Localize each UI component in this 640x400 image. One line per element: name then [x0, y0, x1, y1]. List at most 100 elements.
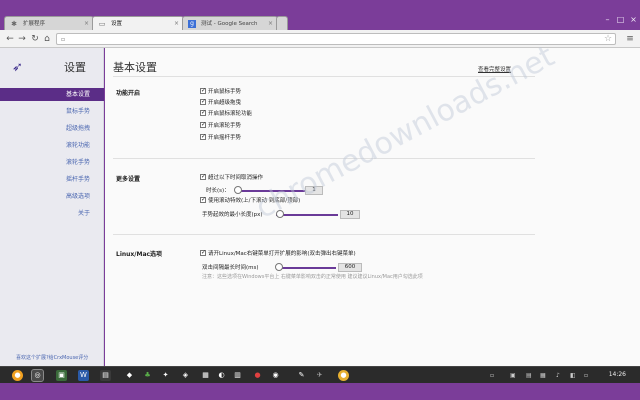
- sidebar-item-basic[interactable]: 基本设置: [0, 88, 104, 101]
- double-click-slider-thumb[interactable]: [275, 263, 283, 271]
- section-label-linux: Linux/Mac选项: [116, 251, 163, 258]
- checkbox[interactable]: ✓: [200, 109, 206, 116]
- folder-icon[interactable]: ▤: [100, 370, 111, 381]
- checkbox[interactable]: ✓: [200, 121, 206, 128]
- maximize-icon[interactable]: □: [614, 14, 627, 26]
- back-icon[interactable]: ←: [4, 32, 16, 46]
- taskbar-clock[interactable]: 14:26: [609, 371, 626, 378]
- app-icon[interactable]: ✈: [314, 370, 325, 381]
- tab-label: 扩展程序: [23, 21, 46, 27]
- checkbox-label: 开启鼠标滚轮功能: [208, 111, 253, 117]
- address-bar[interactable]: ▫: [56, 33, 616, 45]
- tab-label: 测试 - Google Search: [201, 21, 258, 27]
- forward-icon[interactable]: →: [16, 32, 28, 46]
- checkbox-wheel-function[interactable]: ✓ 开启鼠标滚轮功能: [200, 109, 253, 119]
- tab-strip: ✱ 扩展程序 × ▭ 设置 × g 测试 - Google Search × –…: [0, 14, 640, 30]
- double-click-value[interactable]: 600: [338, 263, 362, 272]
- close-icon[interactable]: ×: [84, 17, 89, 30]
- taskbar: ● ◎ ▣ W ▤ ◆ ♣ ✦ ◈ ▦ ◐ ▥ ● ◉ ✎ ✈ ● ▫ ▣ ▤ …: [0, 366, 640, 383]
- checkbox-label: 开启鼠标手势: [208, 89, 242, 95]
- timeout-slider-thumb[interactable]: [234, 186, 242, 194]
- tray-icon[interactable]: ▦: [540, 372, 546, 379]
- sidebar-item-rocker-gestures[interactable]: 摇杆手势: [0, 173, 104, 186]
- checkbox[interactable]: ✓: [200, 133, 206, 140]
- close-window-icon[interactable]: ×: [627, 14, 640, 26]
- checkbox-rocker-gestures[interactable]: ✓ 开启摇杆手势: [200, 133, 242, 143]
- checkbox-label: 开启摇杆手势: [208, 135, 242, 141]
- section-label-features: 功能开启: [116, 90, 141, 97]
- tab-settings[interactable]: ▭ 设置 ×: [92, 16, 184, 30]
- tab-label: 设置: [111, 21, 123, 27]
- word-icon[interactable]: W: [78, 370, 89, 381]
- tab-extensions[interactable]: ✱ 扩展程序 ×: [4, 16, 94, 30]
- min-length-value[interactable]: 10: [340, 210, 360, 219]
- sidebar-item-wheel-gestures[interactable]: 滚轮手势: [0, 156, 104, 169]
- home-icon[interactable]: ⌂: [41, 32, 53, 46]
- chrome-icon[interactable]: ◎: [31, 369, 44, 382]
- terminal-icon[interactable]: ▣: [56, 370, 67, 381]
- checkbox-label: 开启超级拖曳: [208, 100, 242, 106]
- network-icon[interactable]: ◧: [570, 372, 576, 379]
- checkbox[interactable]: ✓: [200, 98, 206, 105]
- app-icon[interactable]: ✎: [296, 370, 307, 381]
- app-icon[interactable]: ◐: [216, 370, 227, 381]
- section-label-more: 更多设置: [116, 176, 141, 183]
- app-icon[interactable]: ✦: [160, 370, 171, 381]
- browser-window: ✱ 扩展程序 × ▭ 设置 × g 测试 - Google Search × –…: [0, 0, 640, 400]
- min-length-label: 手势起效的最小长度(px): [202, 212, 263, 218]
- double-click-slider[interactable]: [278, 267, 336, 269]
- close-icon[interactable]: ×: [174, 17, 179, 30]
- checkbox-label: 开启滚轮手势: [208, 123, 242, 129]
- start-icon[interactable]: ●: [12, 370, 23, 381]
- tab-google-search[interactable]: g 测试 - Google Search ×: [182, 16, 278, 30]
- minimize-icon[interactable]: –: [601, 14, 614, 26]
- checkbox[interactable]: ✓: [200, 173, 206, 180]
- sidebar-title: 设置: [64, 61, 86, 74]
- puzzle-icon: ✱: [11, 20, 17, 28]
- sidebar-item-wheel-function[interactable]: 滚轮功能: [0, 139, 104, 152]
- app-icon[interactable]: ●: [338, 370, 349, 381]
- sidebar-item-advanced[interactable]: 高级选项: [0, 190, 104, 203]
- google-icon: g: [188, 20, 196, 28]
- tray-icon[interactable]: ▫: [584, 372, 588, 379]
- checkbox-linux-menu[interactable]: ✓ 请开Linux/Mac右键菜单打开扩展的影响(双击弹出右键菜单): [200, 249, 356, 259]
- close-icon[interactable]: ×: [268, 17, 273, 30]
- checkbox[interactable]: ✓: [200, 196, 206, 203]
- checkbox-label: 请开Linux/Mac右键菜单打开扩展的影响(双击弹出右键菜单): [208, 251, 356, 257]
- checkbox-label: 超过以下时间取消操作: [208, 175, 264, 181]
- timeout-label: 时长(s)：: [206, 188, 230, 194]
- tray-icon[interactable]: ▫: [490, 372, 494, 379]
- tray-icon[interactable]: ▣: [510, 372, 516, 379]
- reload-icon[interactable]: ↻: [29, 32, 41, 46]
- menu-icon[interactable]: ≡: [624, 32, 636, 46]
- linux-hint: 注意：这些选项在Windows平台上 右键菜单影响双击的正常使用 建议建议Lin…: [202, 274, 423, 280]
- app-icon[interactable]: ◈: [180, 370, 191, 381]
- page-icon: ▫: [61, 36, 66, 43]
- app-icon[interactable]: ●: [252, 370, 263, 381]
- checkbox-wheel-gestures[interactable]: ✓ 开启滚轮手势: [200, 121, 242, 131]
- sidebar-item-about[interactable]: 关于: [0, 207, 104, 220]
- app-icon[interactable]: ◉: [270, 370, 281, 381]
- crxmouse-logo-icon: ➶: [12, 60, 23, 75]
- volume-icon[interactable]: ♪: [556, 372, 560, 379]
- document-icon: ▭: [98, 20, 106, 28]
- sidebar-item-mouse-gestures[interactable]: 鼠标手势: [0, 105, 104, 118]
- sidebar-item-super-drag[interactable]: 超级拖拽: [0, 122, 104, 135]
- checkbox-super-drag[interactable]: ✓ 开启超级拖曳: [200, 98, 242, 108]
- app-icon[interactable]: ♣: [142, 370, 153, 381]
- app-icon[interactable]: ◆: [124, 370, 135, 381]
- tray-icon[interactable]: ▤: [526, 372, 532, 379]
- main-panel: [105, 48, 640, 366]
- checkbox-timeout-cancel[interactable]: ✓ 超过以下时间取消操作: [200, 173, 264, 183]
- new-tab-button[interactable]: [276, 16, 288, 30]
- checkbox-mouse-gestures[interactable]: ✓ 开启鼠标手势: [200, 87, 242, 97]
- star-icon[interactable]: ☆: [602, 32, 614, 46]
- checkbox[interactable]: ✓: [200, 87, 206, 94]
- app-icon[interactable]: ▥: [232, 370, 243, 381]
- checkbox[interactable]: ✓: [200, 249, 206, 256]
- app-icon[interactable]: ▦: [200, 370, 211, 381]
- divider: [113, 234, 535, 235]
- double-click-label: 双击间隔最长时间(ms): [202, 265, 259, 271]
- window-controls: – □ ×: [601, 14, 640, 28]
- rate-link[interactable]: 喜欢这个扩展?给CrxMouse评分: [16, 354, 88, 361]
